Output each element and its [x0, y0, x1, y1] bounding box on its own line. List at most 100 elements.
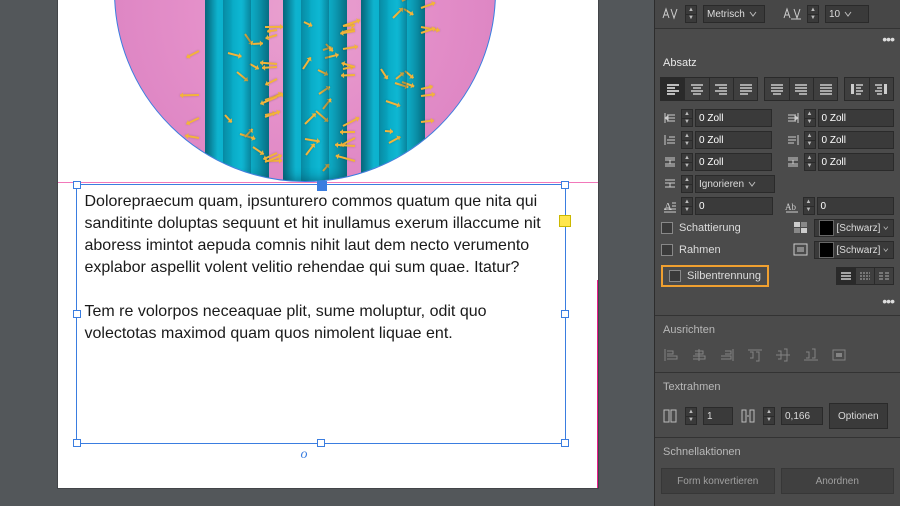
- textframe-options-button[interactable]: Optionen: [829, 403, 888, 429]
- space-after-field[interactable]: 0 Zoll: [818, 153, 895, 171]
- paragraph-alignment-row: [655, 75, 900, 107]
- tracking-stepper[interactable]: ▲▼: [807, 5, 819, 23]
- tracking-icon: [783, 5, 801, 23]
- justify-center-button[interactable]: [764, 77, 789, 101]
- first-line-indent-field[interactable]: 0 Zoll: [695, 131, 772, 149]
- body-paragraph[interactable]: Tem re volorpos neceaquae plit, sume mol…: [85, 301, 557, 345]
- columns-field[interactable]: 1: [703, 407, 733, 425]
- character-kerning-row: ▲▼ Metrisch ▲▼ 10: [655, 0, 900, 29]
- drop-cap-chars-icon: Ab: [783, 197, 801, 215]
- kerning-stepper[interactable]: ▲▼: [685, 5, 697, 23]
- right-indent-icon: [784, 109, 802, 127]
- align-vertical-centers-icon[interactable]: [773, 346, 793, 364]
- align-right-edges-icon[interactable]: [717, 346, 737, 364]
- align-horizontal-centers-icon[interactable]: [689, 346, 709, 364]
- body-paragraph[interactable]: Dolorepraecum quam, ipsunturero commos q…: [85, 191, 557, 279]
- gutter-icon: [739, 407, 757, 425]
- shading-color-name: [Schwarz]: [837, 223, 881, 234]
- tracking-dropdown[interactable]: 10: [825, 5, 869, 23]
- kerning-method-dropdown[interactable]: Metrisch: [703, 5, 765, 23]
- shading-checkbox[interactable]: [661, 222, 673, 234]
- textframe-section-title: Textrahmen: [655, 372, 900, 399]
- drop-cap-chars-field[interactable]: 0: [817, 197, 895, 215]
- left-indent-stepper[interactable]: ▲▼: [681, 109, 693, 127]
- right-indent-stepper[interactable]: ▲▼: [804, 109, 816, 127]
- selection-handle[interactable]: [73, 439, 81, 447]
- hyphenation-checkbox[interactable]: [669, 270, 681, 282]
- character-panel-menu-icon[interactable]: •••: [655, 29, 900, 49]
- selection-handle-out-port[interactable]: [561, 439, 569, 447]
- border-checkbox[interactable]: [661, 244, 673, 256]
- space-before-icon: [661, 153, 679, 171]
- space-after-stepper[interactable]: ▲▼: [804, 153, 816, 171]
- drop-cap-lines-field[interactable]: 0: [695, 197, 773, 215]
- justify-all-button[interactable]: [813, 77, 838, 101]
- last-line-indent-icon: [784, 131, 802, 149]
- align-left-edges-icon[interactable]: [661, 346, 681, 364]
- align-bottom-edges-icon[interactable]: [801, 346, 821, 364]
- page[interactable]: Dolorepraecum quam, ipsunturero commos q…: [58, 0, 598, 488]
- convert-shape-button[interactable]: Form konvertieren: [661, 468, 775, 494]
- svg-text:A: A: [664, 201, 672, 213]
- margin-guide-right: [596, 280, 598, 488]
- justify-right-button[interactable]: [789, 77, 814, 101]
- drop-cap-lines-stepper[interactable]: ▲▼: [681, 197, 693, 215]
- arrange-button[interactable]: Anordnen: [781, 468, 895, 494]
- last-line-indent-stepper[interactable]: ▲▼: [804, 131, 816, 149]
- space-before-field[interactable]: 0 Zoll: [695, 153, 772, 171]
- align-away-spine-button[interactable]: [869, 77, 894, 101]
- justify-left-button[interactable]: [733, 77, 758, 101]
- align-center-button[interactable]: [684, 77, 709, 101]
- align-top-edges-icon[interactable]: [745, 346, 765, 364]
- align-more-icon[interactable]: [829, 346, 849, 364]
- world-ready-composer-button[interactable]: [874, 267, 894, 285]
- space-between-dropdown[interactable]: Ignorieren: [695, 175, 775, 193]
- paragraph-panel-menu-icon[interactable]: •••: [655, 291, 900, 311]
- svg-text:Ab: Ab: [785, 202, 796, 212]
- space-between-stepper[interactable]: ▲▼: [681, 175, 693, 193]
- selection-handle[interactable]: [73, 181, 81, 189]
- columns-stepper[interactable]: ▲▼: [685, 407, 697, 425]
- align-right-button[interactable]: [709, 77, 734, 101]
- shading-swatch-icon[interactable]: [792, 219, 810, 237]
- selection-handle[interactable]: [73, 310, 81, 318]
- border-color-name: [Schwarz]: [837, 245, 881, 256]
- left-indent-field[interactable]: 0 Zoll: [695, 109, 772, 127]
- adobe-composer-button[interactable]: [836, 267, 856, 285]
- image-frame-circle[interactable]: [114, 0, 496, 182]
- guide-line: [58, 182, 598, 183]
- shading-color-dropdown[interactable]: [Schwarz]: [814, 219, 894, 237]
- border-swatch-icon[interactable]: [792, 241, 810, 259]
- cactus-image: [205, 0, 425, 181]
- border-color-dropdown[interactable]: [Schwarz]: [814, 241, 894, 259]
- selection-handle[interactable]: [559, 215, 571, 227]
- gutter-stepper[interactable]: ▲▼: [763, 407, 775, 425]
- align-towards-spine-button[interactable]: [844, 77, 869, 101]
- control-panel: ▲▼ Metrisch ▲▼ 10 ••• Absatz ▲▼: [654, 0, 900, 506]
- drop-cap-chars-stepper[interactable]: ▲▼: [803, 197, 815, 215]
- selection-handle-in-port[interactable]: [317, 181, 327, 191]
- document-canvas[interactable]: Dolorepraecum quam, ipsunturero commos q…: [0, 0, 655, 506]
- gutter-field[interactable]: 0,166: [781, 407, 823, 425]
- align-left-button[interactable]: [660, 77, 685, 101]
- border-label: Rahmen: [679, 244, 721, 256]
- shading-label: Schattierung: [679, 222, 741, 234]
- adobe-single-line-composer-button[interactable]: [855, 267, 875, 285]
- selection-handle[interactable]: [561, 310, 569, 318]
- right-indent-field[interactable]: 0 Zoll: [818, 109, 895, 127]
- hyphenation-highlight: Silbentrennung: [661, 265, 769, 287]
- first-line-indent-stepper[interactable]: ▲▼: [681, 131, 693, 149]
- drop-cap-lines-icon: A: [661, 197, 679, 215]
- text-frame-selected[interactable]: Dolorepraecum quam, ipsunturero commos q…: [76, 184, 566, 444]
- last-line-indent-field[interactable]: 0 Zoll: [818, 131, 895, 149]
- selection-handle[interactable]: [561, 181, 569, 189]
- quickactions-section-title: Schnellaktionen: [655, 437, 900, 464]
- align-objects-row: [655, 342, 900, 368]
- shading-color-swatch: [819, 220, 834, 236]
- hyphenation-label: Silbentrennung: [687, 270, 761, 282]
- paragraph-section-title: Absatz: [655, 49, 900, 75]
- space-after-icon: [784, 153, 802, 171]
- selection-handle[interactable]: [317, 439, 325, 447]
- kerning-icon: [661, 5, 679, 23]
- space-before-stepper[interactable]: ▲▼: [681, 153, 693, 171]
